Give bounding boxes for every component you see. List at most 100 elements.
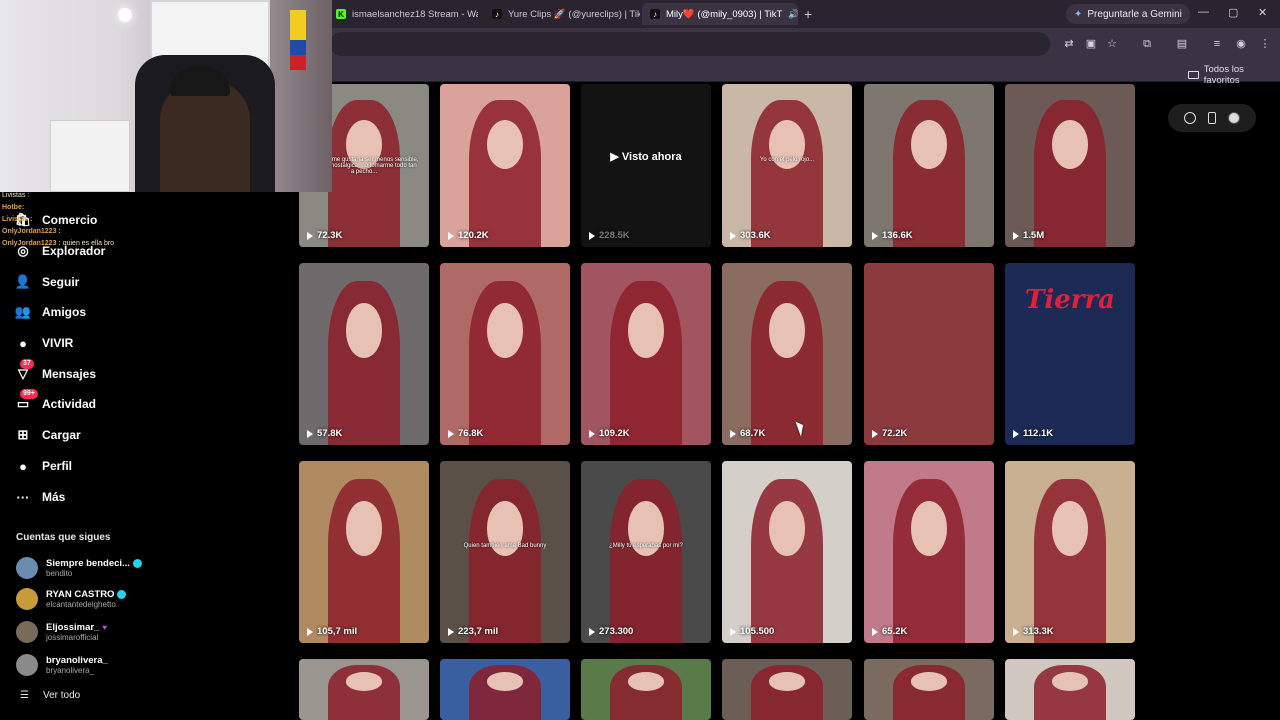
translate-icon[interactable]: ⇄: [1062, 37, 1076, 51]
phone-icon[interactable]: [1208, 112, 1216, 124]
account-name-row: Siempre bendeci...: [46, 558, 142, 569]
menu-icon[interactable]: ⋮: [1258, 37, 1272, 51]
account-name-row: bryanolivera_: [46, 655, 108, 666]
video-tile[interactable]: 65.2K: [864, 461, 994, 643]
video-tile[interactable]: 109.2K: [581, 263, 711, 445]
cast-icon[interactable]: ▣: [1084, 37, 1098, 51]
sidebar-item-profile[interactable]: ● Perfil: [14, 454, 72, 478]
video-tile[interactable]: [299, 659, 429, 720]
thumbnail-face: [627, 672, 665, 691]
video-tile[interactable]: Tierra 112.1K: [1005, 263, 1135, 445]
view-count: 136.6K: [872, 230, 913, 241]
account-text: RYAN CASTRO elcantantedelghetto: [46, 589, 127, 609]
video-tile[interactable]: 105,7 mil: [299, 461, 429, 643]
video-tile[interactable]: 72.2K: [864, 263, 994, 445]
video-tile[interactable]: 105.500: [722, 461, 852, 643]
video-tile[interactable]: [1005, 659, 1135, 720]
view-count-text: 105,7 mil: [317, 626, 358, 637]
video-tile[interactable]: 76.8K: [440, 263, 570, 445]
following-account[interactable]: bryanolivera_ bryanolivera_: [16, 651, 108, 679]
webcam-lamp: [118, 8, 132, 22]
all-bookmarks[interactable]: Todos los favoritos: [1188, 64, 1280, 86]
verified-icon: [132, 559, 142, 568]
video-tile[interactable]: [722, 659, 852, 720]
account-handle: jossimarofficial: [46, 633, 99, 642]
compass-icon[interactable]: [1184, 112, 1196, 124]
video-tile[interactable]: [581, 659, 711, 720]
view-count: 273.300: [589, 626, 633, 637]
view-count-text: 273.300: [599, 626, 634, 637]
following-account[interactable]: RYAN CASTRO elcantantedelghetto: [16, 585, 127, 613]
new-tab-button[interactable]: +: [804, 6, 812, 22]
thumbnail-caption: Yo con el pelo rojo...: [759, 157, 815, 164]
tab-yure-clips[interactable]: ♪ Yure Clips 🚀 (@yureclips) | Tik ×: [484, 3, 640, 25]
account-text: Siempre bendeci... bendito: [46, 558, 142, 578]
sidebar-item-label: Amigos: [42, 305, 87, 319]
play-icon: [872, 231, 878, 240]
watched-now-text: Visto ahora: [621, 151, 682, 163]
view-count: 57.8K: [307, 428, 342, 439]
sidebar-item-messages[interactable]: ▽ 37 Mensajes: [14, 359, 96, 386]
verified-icon: [117, 590, 127, 599]
video-tile[interactable]: [864, 659, 994, 720]
following-title: Cuentas que sigues: [16, 532, 111, 543]
tab-mily[interactable]: ♪ Mily❤️ (@mily_0903) | TikT 🔊 ×: [642, 3, 798, 25]
video-tile[interactable]: 1.5M: [1005, 84, 1135, 247]
sidebar-item-friends[interactable]: 👥 Amigos: [14, 300, 86, 324]
watched-now-label: ▶ Visto ahora: [581, 150, 711, 163]
sidebar-item-live[interactable]: ● VIVIR: [14, 331, 73, 355]
video-tile[interactable]: 313.3K: [1005, 461, 1135, 643]
sidebar-item-upload[interactable]: ⊞ Cargar: [14, 423, 81, 447]
thumbnail-face: [768, 303, 806, 358]
view-count-text: 112.1K: [1023, 428, 1054, 439]
play-icon: [448, 627, 454, 636]
extensions-icon[interactable]: ⧉: [1140, 37, 1154, 51]
star-icon[interactable]: ☆: [1105, 37, 1119, 51]
media-icon[interactable]: ≡: [1210, 37, 1224, 51]
tab-stream[interactable]: K ismaelsanchez18 Stream - Wat: [328, 3, 478, 25]
following-account[interactable]: Siempre bendeci... bendito: [16, 554, 142, 582]
sidebar-item-label: Más: [42, 490, 66, 504]
gemini-button[interactable]: ✦ Preguntarle a Gemini: [1066, 4, 1190, 24]
speaker-icon[interactable]: 🔊: [788, 9, 798, 20]
video-tile[interactable]: 57.8K: [299, 263, 429, 445]
heart-icon: ♥: [102, 623, 108, 632]
side-panel-icon[interactable]: ▤: [1175, 37, 1189, 51]
minimize-button[interactable]: —: [1198, 6, 1209, 18]
more-icon: ···: [16, 489, 30, 505]
account-name-row: RYAN CASTRO: [46, 589, 127, 600]
account-name-row: Eljossimar_ ♥: [46, 622, 107, 633]
video-tile[interactable]: [440, 659, 570, 720]
address-bar[interactable]: [330, 32, 1050, 56]
account-handle: bendito: [46, 569, 73, 578]
video-tile[interactable]: 136.6K: [864, 84, 994, 247]
video-tile[interactable]: Quien también ama Bad bunny 223,7 mil: [440, 461, 570, 643]
sidebar-item-following[interactable]: 👤 Seguir: [14, 270, 79, 294]
following-icon: 👤: [14, 274, 32, 289]
view-count: 72.3K: [307, 230, 342, 241]
video-tile[interactable]: ▶ Visto ahora 228.5K: [581, 84, 711, 247]
sidebar-item-more[interactable]: ··· Más: [14, 485, 66, 509]
thumbnail-face: [627, 303, 665, 358]
video-tile[interactable]: Yo con el pelo rojo... 303.6K: [722, 84, 852, 247]
thumbnail-face: [1051, 672, 1089, 691]
view-count: 112.1K: [1013, 428, 1053, 439]
video-tile[interactable]: 120.2K: [440, 84, 570, 247]
following-account[interactable]: Eljossimar_ ♥ jossimarofficial: [16, 618, 107, 646]
avatar-icon[interactable]: [1228, 112, 1240, 124]
video-tile[interactable]: ¿Milly tú esperabas por mi? 273.300: [581, 461, 711, 643]
view-count-text: 109.2K: [599, 428, 630, 439]
window-close-button[interactable]: ✕: [1258, 6, 1267, 19]
chat-message: Livistas :: [2, 190, 142, 202]
view-count-text: 303.6K: [740, 230, 771, 241]
profile-avatar-icon[interactable]: ◉: [1234, 37, 1248, 51]
account-handle: elcantantedelghetto: [46, 600, 116, 609]
sidebar-item-activity[interactable]: ▭ 99+ Actividad: [14, 389, 96, 416]
video-tile[interactable]: 68.7K: [722, 263, 852, 445]
maximize-button[interactable]: ▢: [1228, 6, 1238, 19]
see-all-button[interactable]: ☰ Ver todo: [20, 690, 80, 701]
play-icon: [307, 231, 313, 240]
chat-message: OnlyJordan1223 : quien es ella bro: [2, 238, 142, 250]
view-count-text: 65.2K: [882, 626, 908, 637]
messages-icon: ▽ 37: [14, 359, 34, 383]
